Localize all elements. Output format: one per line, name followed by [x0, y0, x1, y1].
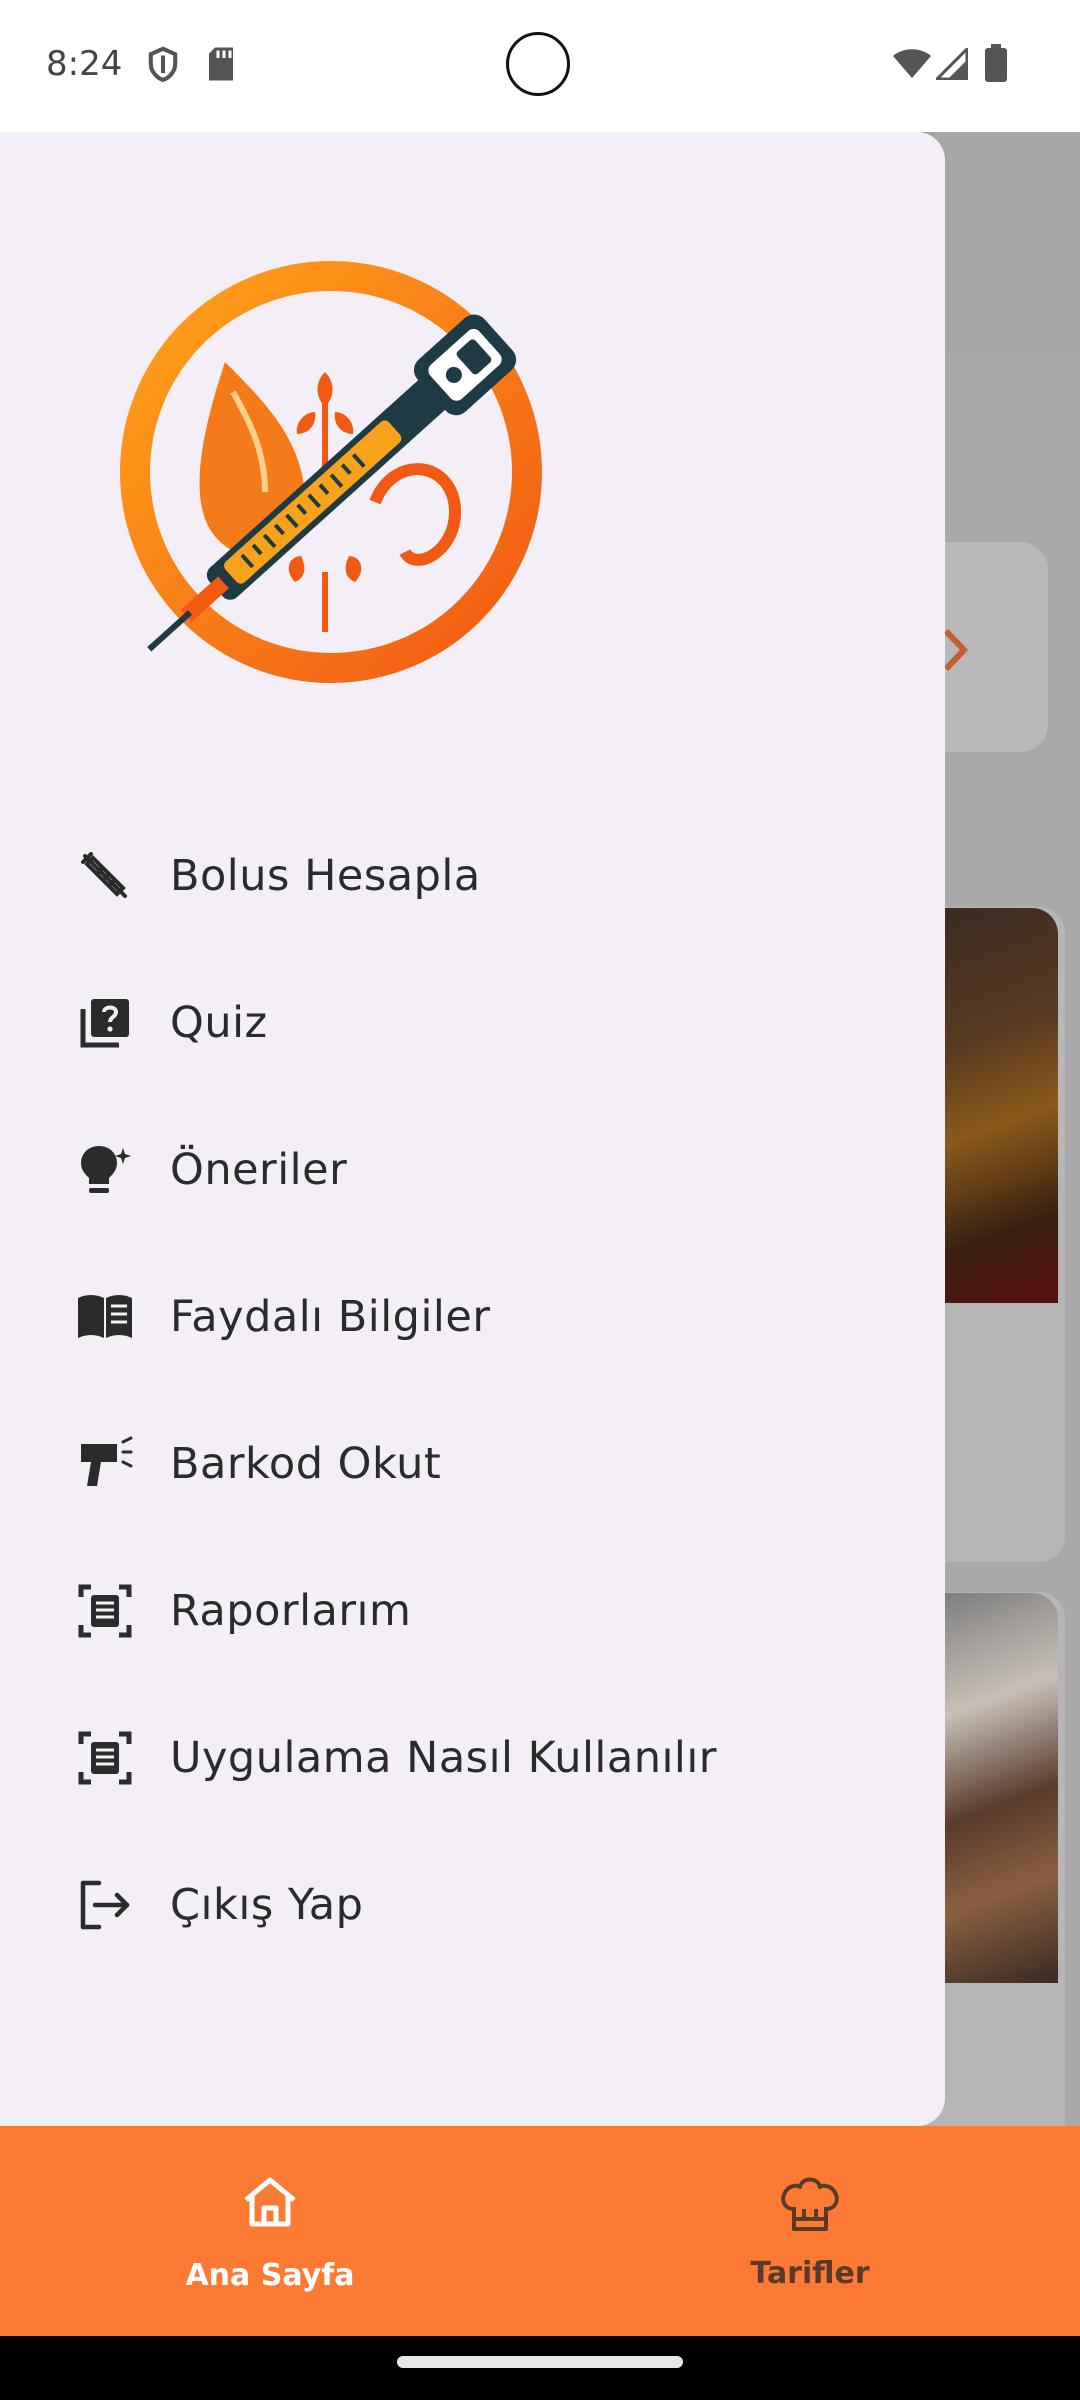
nav-item-ana-sayfa[interactable]: Ana Sayfa — [0, 2126, 540, 2336]
menu-item-label: Barkod Okut — [170, 1438, 442, 1489]
menu-item-uygulama-nasil-kullanilir[interactable]: Uygulama Nasıl Kullanılır — [0, 1684, 945, 1831]
document-scan-icon — [74, 1727, 136, 1789]
status-time: 8:24 — [46, 44, 123, 84]
menu-item-label: Çıkış Yap — [170, 1879, 364, 1930]
barcode-scanner-icon — [74, 1433, 136, 1495]
logout-icon — [74, 1874, 136, 1936]
menu-item-label: Bolus Hesapla — [170, 850, 481, 901]
nav-label: Tarifler — [750, 2256, 870, 2291]
wifi-icon — [892, 48, 932, 84]
document-scan-icon — [74, 1580, 136, 1642]
menu-item-label: Faydalı Bilgiler — [170, 1291, 491, 1342]
camera-cutout — [506, 32, 570, 96]
menu-item-label: Raporlarım — [170, 1585, 412, 1636]
bottom-navigation: Ana Sayfa Tarifler — [0, 2126, 1080, 2336]
syringe-icon — [74, 845, 136, 907]
nav-label: Ana Sayfa — [185, 2258, 355, 2293]
menu-item-bolus-hesapla[interactable]: Bolus Hesapla — [0, 802, 945, 949]
menu-item-raporlarim[interactable]: Raporlarım — [0, 1537, 945, 1684]
menu-item-label: Öneriler — [170, 1144, 348, 1195]
quiz-icon — [74, 992, 136, 1054]
nav-item-tarifler[interactable]: Tarifler — [540, 2126, 1080, 2336]
lightbulb-icon — [74, 1139, 136, 1201]
home-gesture-handle[interactable] — [397, 2356, 683, 2368]
menu-item-oneriler[interactable]: Öneriler — [0, 1096, 945, 1243]
menu-item-cikis-yap[interactable]: Çıkış Yap — [0, 1831, 945, 1978]
drawer-menu: Bolus Hesapla Quiz Öneriler Faydalı Bilg… — [0, 802, 945, 1978]
menu-item-quiz[interactable]: Quiz — [0, 949, 945, 1096]
battery-icon — [984, 44, 1008, 86]
menu-item-label: Uygulama Nasıl Kullanılır — [170, 1732, 717, 1783]
sd-card-icon — [206, 46, 236, 86]
shield-icon — [146, 46, 180, 88]
menu-item-faydali-bilgiler[interactable]: Faydalı Bilgiler — [0, 1243, 945, 1390]
signal-icon — [933, 45, 969, 84]
home-icon — [242, 2176, 298, 2232]
chef-hat-icon — [778, 2171, 842, 2239]
navigation-drawer: Bolus Hesapla Quiz Öneriler Faydalı Bilg… — [0, 132, 945, 2126]
menu-item-barkod-okut[interactable]: Barkod Okut — [0, 1390, 945, 1537]
book-icon — [74, 1286, 136, 1348]
screen: 8:24 Bolus Hesapla Quiz Öneriler Faydalı… — [0, 0, 1080, 2400]
app-logo — [120, 261, 542, 683]
status-bar: 8:24 — [0, 0, 1080, 132]
system-navigation-bar — [0, 2336, 1080, 2400]
menu-item-label: Quiz — [170, 997, 268, 1048]
